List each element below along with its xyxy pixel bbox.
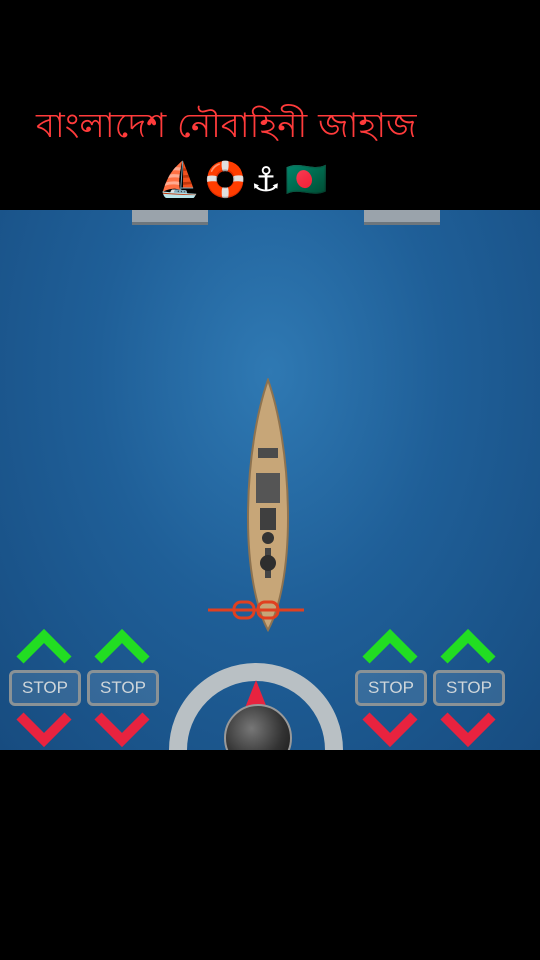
throttle-2-up-button[interactable] [92, 626, 152, 666]
throttle-4-down-button[interactable] [438, 710, 498, 750]
bottom-bar [0, 750, 540, 960]
throttle-3-stop-button[interactable]: STOP [355, 670, 427, 706]
throttle-1-stop-button[interactable]: STOP [9, 670, 81, 706]
throttle-3-down-button[interactable] [360, 710, 420, 750]
emoji-decoration: ⛵🛟⚓🇧🇩 [158, 160, 332, 200]
page-title: বাংলাদেশ নৌবাহিনী জাহাজ [36, 106, 417, 146]
throttle-2-down-button[interactable] [92, 710, 152, 750]
tow-chain-icon [208, 600, 304, 620]
throttle-2-stop-button[interactable]: STOP [87, 670, 159, 706]
throttle-4-up-button[interactable] [438, 626, 498, 666]
dock-left [132, 210, 208, 225]
throttle-1-down-button[interactable] [14, 710, 74, 750]
throttle-3-up-button[interactable] [360, 626, 420, 666]
throttle-4-stop-button[interactable]: STOP [433, 670, 505, 706]
warship [246, 378, 290, 633]
dock-right [364, 210, 440, 225]
throttle-1-up-button[interactable] [14, 626, 74, 666]
